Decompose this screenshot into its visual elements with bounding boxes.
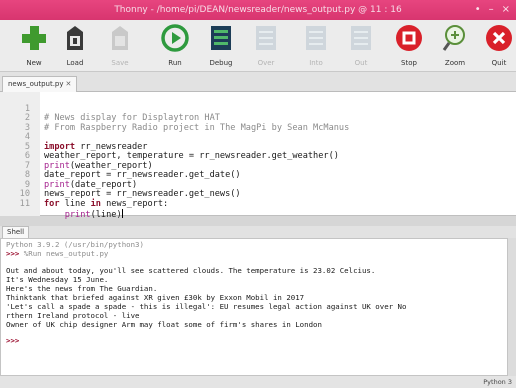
window-menu-button[interactable]: • bbox=[475, 0, 481, 20]
window-controls: • – × bbox=[475, 0, 510, 20]
load-label: Load bbox=[66, 59, 84, 67]
zoom-button[interactable]: Zoom bbox=[435, 22, 475, 70]
code-line: 2 # From Raspberry Radio project in The … bbox=[0, 105, 516, 132]
code-line: 3 bbox=[0, 114, 516, 132]
load-button[interactable]: Load bbox=[55, 22, 95, 70]
line-number: 11 bbox=[19, 198, 30, 209]
final-prompt: >>> bbox=[6, 336, 20, 346]
code-text: (line) bbox=[90, 210, 122, 220]
tab-news-output[interactable]: news_output.py ✕ bbox=[2, 76, 78, 92]
zoom-label: Zoom bbox=[444, 59, 466, 67]
editor-tabbar: news_output.py ✕ bbox=[0, 72, 516, 92]
run-label: Run bbox=[168, 59, 182, 67]
quit-icon bbox=[486, 25, 512, 51]
code-editor[interactable]: 1 # News display for Displaytron HAT 2 #… bbox=[0, 92, 516, 220]
output-line: Owner of UK chip designer Arm may float … bbox=[6, 320, 322, 329]
step-out-button[interactable]: Out bbox=[341, 22, 381, 70]
code-text: news_report: bbox=[100, 198, 169, 209]
close-window-button[interactable]: × bbox=[502, 0, 510, 20]
debug-button[interactable]: Debug bbox=[201, 22, 241, 70]
save-button[interactable]: Save bbox=[100, 22, 140, 70]
run-button[interactable]: Run bbox=[155, 22, 195, 70]
save-label: Save bbox=[111, 59, 129, 67]
toolbar: New Load Save Run Debug Over Into Out St… bbox=[0, 20, 516, 72]
code-line: 1 # News display for Displaytron HAT bbox=[0, 95, 516, 123]
plus-icon bbox=[22, 26, 46, 50]
window-title: Thonny - /home/pi/DEAN/newsreader/news_o… bbox=[114, 5, 402, 15]
keyword: for bbox=[44, 198, 60, 209]
keyword: in bbox=[90, 198, 101, 209]
window-titlebar[interactable]: Thonny - /home/pi/DEAN/newsreader/news_o… bbox=[0, 0, 516, 20]
shell-scrollbar[interactable] bbox=[508, 238, 516, 376]
step-over-button[interactable]: Over bbox=[246, 22, 286, 70]
code-line: 10 for line in news_report: bbox=[0, 181, 516, 208]
step-over-icon bbox=[256, 26, 276, 50]
stop-icon bbox=[396, 25, 422, 51]
code-line: 5 weather_report, temperature = rr_newsr… bbox=[0, 133, 516, 161]
run-play-icon bbox=[161, 24, 189, 52]
tab-shell[interactable]: Shell bbox=[2, 226, 30, 238]
save-icon bbox=[112, 26, 128, 50]
step-into-icon bbox=[306, 26, 326, 50]
load-folder-icon bbox=[67, 26, 83, 50]
code-text: line bbox=[59, 198, 91, 209]
step-out-icon bbox=[351, 26, 371, 50]
code-line: 6 print(weather_report) bbox=[0, 143, 516, 170]
code-line: 9 news_report = rr_newsreader.get_news() bbox=[0, 171, 516, 199]
tab-close-icon[interactable]: ✕ bbox=[66, 80, 72, 88]
interpreter-status[interactable]: Python 3 bbox=[483, 378, 512, 386]
builtin: print bbox=[64, 210, 91, 220]
new-button[interactable]: New bbox=[14, 22, 54, 70]
quit-button[interactable]: Quit bbox=[479, 22, 516, 70]
new-label: New bbox=[26, 59, 42, 67]
debug-label: Debug bbox=[209, 59, 233, 67]
shell-prompt: >>> bbox=[6, 249, 20, 258]
code-line: 4 import rr_newsreader bbox=[0, 124, 516, 151]
zoom-icon bbox=[442, 25, 465, 51]
debug-icon bbox=[211, 26, 231, 50]
minimize-button[interactable]: – bbox=[489, 0, 494, 20]
text-cursor bbox=[121, 209, 123, 218]
stop-button[interactable]: Stop bbox=[389, 22, 429, 70]
step-out-label: Out bbox=[354, 59, 368, 67]
quit-label: Quit bbox=[491, 59, 507, 67]
step-into-button[interactable]: Into bbox=[296, 22, 336, 70]
step-into-label: Into bbox=[309, 59, 323, 67]
stop-label: Stop bbox=[401, 59, 417, 67]
tab-label: news_output.py bbox=[8, 80, 64, 88]
code-line: 11 print(line) bbox=[0, 190, 516, 220]
step-over-label: Over bbox=[257, 59, 275, 67]
shell-prompt: >>> bbox=[6, 336, 20, 345]
run-command: %Run news_output.py bbox=[19, 249, 109, 258]
shell-tabbar: Shell bbox=[0, 226, 516, 238]
code-line: 7 date_report = rr_newsreader.get_date() bbox=[0, 152, 516, 180]
status-bar: Python 3 bbox=[0, 376, 516, 388]
run-command-line: >>> %Run news_output.py bbox=[6, 249, 109, 259]
shell-console[interactable]: Python 3.9.2 (/usr/bin/python3) >>> %Run… bbox=[0, 238, 508, 376]
code-line: 8 print(date_report) bbox=[0, 162, 516, 189]
